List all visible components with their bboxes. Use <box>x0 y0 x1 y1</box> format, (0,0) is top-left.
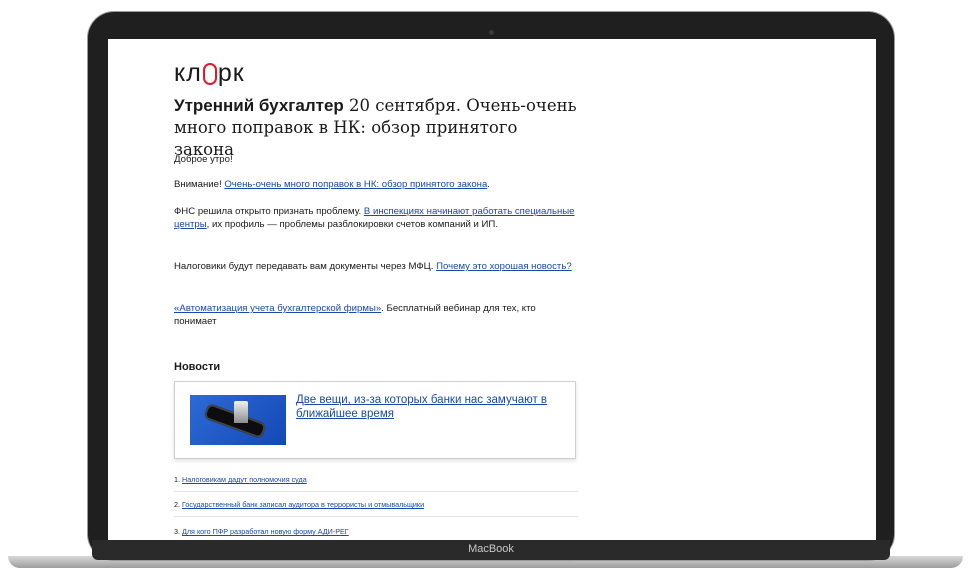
list-item-link[interactable]: Налоговикам дадут полномочия суда <box>182 475 307 484</box>
featured-news-image[interactable] <box>190 395 286 445</box>
list-divider <box>174 491 578 492</box>
device-label: MacBook <box>468 543 514 555</box>
news-heading: Новости <box>174 361 221 373</box>
brand-logo[interactable]: кл рк <box>174 59 245 88</box>
laptop-chin: MacBook <box>92 540 890 560</box>
webinar-link[interactable]: «Автоматизация учета бухгалтерской фирмы… <box>174 303 381 314</box>
list-item-number: 1. <box>174 475 182 484</box>
list-item-number: 3. <box>174 527 182 536</box>
attention-prefix: Внимание! <box>174 179 225 190</box>
greeting-text: Доброе утро! <box>174 154 233 165</box>
list-item-link[interactable]: Государственный банк записал аудитора в … <box>182 500 424 509</box>
featured-news-card[interactable]: Две вещи, из-за которых банки нас замуча… <box>174 381 576 459</box>
list-item: 3. Для кого ПФР разработал новую форму А… <box>174 527 578 536</box>
list-divider <box>174 516 578 517</box>
list-item: 1. Налоговикам дадут полномочия суда <box>174 475 578 484</box>
logo-text-right: рк <box>217 59 245 87</box>
fns-prefix: ФНС решила открыто признать проблему. <box>174 206 364 217</box>
attention-paragraph: Внимание! Очень-очень много поправок в Н… <box>174 178 578 191</box>
webinar-paragraph: «Автоматизация учета бухгалтерской фирмы… <box>174 302 578 328</box>
email-screen: кл рк Утренний бухгалтер 20 сентября. Оче… <box>108 39 876 540</box>
mfc-paragraph: Налоговики будут передавать вам документ… <box>174 260 578 273</box>
fns-suffix: , их профиль — проблемы разблокировки сч… <box>206 219 498 230</box>
list-item: 2. Государственный банк записал аудитора… <box>174 500 578 509</box>
paperclip-icon <box>202 63 217 85</box>
bank-illustration <box>234 401 248 423</box>
logo-text-left: кл <box>174 59 202 87</box>
headline-bold: Утренний бухгалтер <box>174 96 344 115</box>
list-item-number: 2. <box>174 500 182 509</box>
email-headline: Утренний бухгалтер 20 сентября. Очень-оч… <box>174 95 578 161</box>
attention-suffix: . <box>487 179 490 190</box>
attention-link[interactable]: Очень-очень много поправок в НК: обзор п… <box>224 179 487 190</box>
camera-icon <box>489 30 494 35</box>
mfc-link[interactable]: Почему это хорошая новость? <box>436 261 572 272</box>
mfc-prefix: Налоговики будут передавать вам документ… <box>174 261 437 272</box>
list-item-link[interactable]: Для кого ПФР разработал новую форму АДИ-… <box>182 527 349 536</box>
featured-news-link[interactable]: Две вещи, из-за которых банки нас замуча… <box>296 393 566 421</box>
fns-paragraph: ФНС решила открыто признать проблему. В … <box>174 205 578 231</box>
